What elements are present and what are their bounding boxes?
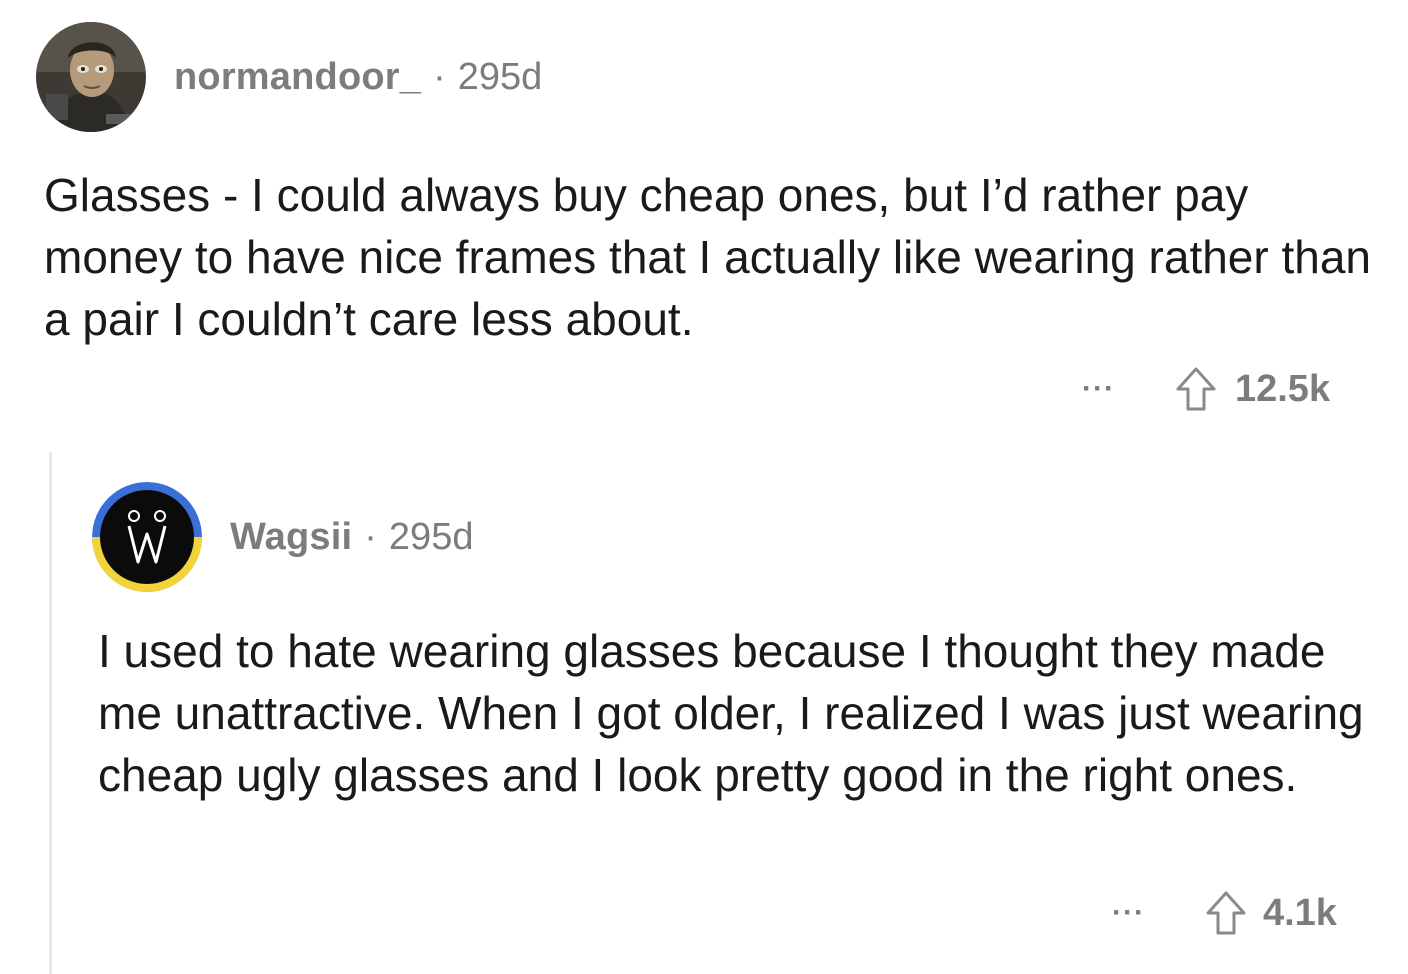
- avatar[interactable]: [36, 22, 146, 132]
- comment-header: normandoor_ · 295d: [36, 22, 1396, 132]
- comment-header: Wagsii · 295d: [92, 482, 1392, 592]
- reply-comment: Wagsii · 295d I used to hate wearing gla…: [92, 482, 1392, 801]
- comment: normandoor_ · 295d Glasses - I could alw…: [36, 22, 1396, 345]
- meta-separator: ·: [433, 55, 446, 98]
- avatar[interactable]: [92, 482, 202, 592]
- comment-age: 295d: [388, 515, 474, 558]
- comment-body: Glasses - I could always buy cheap ones,…: [44, 169, 1372, 345]
- meta-separator: ·: [364, 515, 377, 558]
- username[interactable]: normandoor_: [174, 56, 421, 99]
- more-options-button[interactable]: ···: [1082, 372, 1115, 406]
- comment-body: I used to hate wearing glasses because I…: [98, 625, 1364, 801]
- vote-count: 4.1k: [1262, 891, 1337, 934]
- comment-actions: ··· 12.5k: [1082, 366, 1330, 412]
- upvote-arrow-icon: [1206, 891, 1246, 935]
- vote-count: 12.5k: [1234, 367, 1331, 410]
- comment-actions: ··· 4.1k: [1112, 890, 1337, 936]
- avatar-image: [92, 482, 202, 592]
- username[interactable]: Wagsii: [230, 516, 352, 559]
- avatar-image: [36, 22, 146, 132]
- upvote-arrow-icon: [1176, 367, 1216, 411]
- thread-line[interactable]: [49, 452, 52, 974]
- upvote-button[interactable]: [1205, 890, 1247, 936]
- upvote-button[interactable]: [1175, 366, 1217, 412]
- more-options-button[interactable]: ···: [1112, 896, 1145, 930]
- comment-age: 295d: [457, 55, 543, 98]
